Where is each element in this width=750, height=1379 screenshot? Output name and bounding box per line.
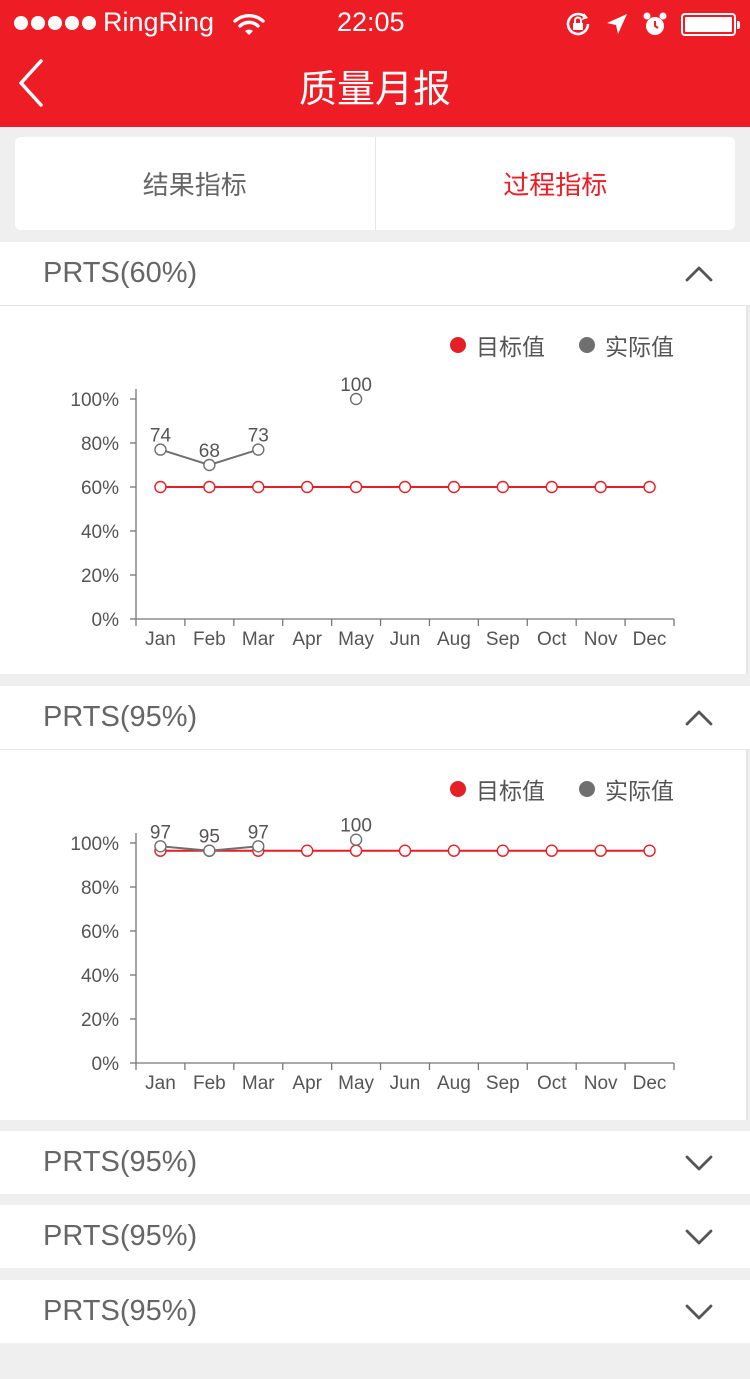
y-tick-label: 60% [81,922,119,943]
chevron-down-icon[interactable] [684,1226,714,1248]
data-point [643,480,656,494]
legend-actual: 实际值 [579,328,674,362]
chevron-down-icon[interactable] [684,1152,714,1174]
data-label: 68 [199,441,220,462]
section-header-4[interactable]: PRTS(95%) [0,1205,750,1268]
data-label: 100 [340,375,372,396]
alarm-icon [643,12,667,35]
indicator-tabs: 结果指标 过程指标 [15,137,735,230]
section-header-1[interactable]: PRTS(60%) [0,242,750,306]
legend-actual: 实际值 [579,772,674,806]
x-tick-label: Mar [242,1073,275,1094]
y-tick-label: 100% [70,834,119,855]
data-point [447,844,461,857]
x-tick-label: Aug [437,629,471,650]
status-time: 22:05 [337,7,405,37]
status-icons [564,10,740,38]
tab-result-indicators[interactable]: 结果指标 [15,137,375,230]
header: RingRing 22:05 质量月报 [0,0,750,127]
data-point [203,480,216,494]
x-tick-label: Feb [193,1073,226,1094]
y-tick-label: 20% [81,566,119,587]
data-point [398,480,412,494]
y-tick-label: 80% [81,878,119,899]
data-point [154,480,167,494]
x-tick-label: Jun [390,629,421,650]
section-header-3[interactable]: PRTS(95%) [0,1131,750,1194]
y-tick-label: 20% [81,1010,119,1031]
y-tick-label: 0% [92,610,120,631]
data-point [300,844,314,857]
x-tick-label: Jan [145,1073,176,1094]
data-point [398,844,412,857]
x-tick-label: Sep [486,1073,520,1094]
data-label: 97 [150,822,171,843]
x-tick-label: May [338,629,374,650]
y-tick-label: 40% [81,522,119,543]
chevron-up-icon[interactable] [684,707,714,729]
x-tick-label: Dec [633,629,667,650]
legend-target: 目标值 [450,328,545,362]
x-tick-label: Jan [145,629,176,650]
data-point [447,480,461,494]
data-point [300,480,314,494]
page-title: 质量月报 [298,67,451,111]
x-tick-label: Mar [242,629,275,650]
location-arrow-icon [607,14,627,34]
x-tick-label: Nov [584,629,618,650]
data-label: 74 [150,426,172,447]
y-tick-label: 80% [81,434,119,455]
chevron-up-icon[interactable] [684,263,714,285]
x-tick-label: May [338,1073,374,1094]
data-point [496,480,510,494]
signal-strength-icon [14,16,96,30]
y-tick-label: 100% [70,390,119,411]
carrier-name: RingRing [103,7,215,37]
data-point [594,844,607,857]
data-point [643,844,656,857]
tab-process-indicators[interactable]: 过程指标 [374,137,736,230]
data-label: 100 [340,816,372,837]
rotation-lock-icon [566,12,590,36]
chart-card-1: 目标值 实际值 0% 20% 40% 60% 80% 100% Jan Feb Mar Apr Ma… [0,306,748,674]
y-tick-label: 60% [81,478,119,499]
y-tick-label: 40% [81,966,119,987]
chart-card-2: 目标值 实际值 0% 20% 40% 60% 80% 100% Jan Feb Mar Apr Ma… [0,750,748,1120]
section-title: PRTS(60%) [43,257,198,289]
section-title: PRTS(95%) [43,1295,198,1327]
section-title: PRTS(95%) [43,1220,198,1252]
x-tick-label: Oct [537,1073,567,1094]
status-bar: RingRing 22:05 [0,0,750,48]
data-point [594,480,607,494]
wifi-icon [233,14,265,35]
y-tick-label: 0% [92,1054,120,1075]
section-title: PRTS(95%) [43,701,198,733]
x-tick-label: Sep [486,629,520,650]
x-tick-label: Aug [437,1073,471,1094]
data-label: 95 [199,827,220,848]
chart-legend: 目标值 实际值 [450,772,674,806]
legend-target: 目标值 [450,772,545,806]
data-point [349,480,363,494]
section-title: PRTS(95%) [43,1146,198,1178]
data-label: 73 [248,426,269,447]
section-header-2[interactable]: PRTS(95%) [0,686,750,750]
data-point [496,844,510,857]
x-tick-label: Dec [633,1073,667,1094]
x-tick-label: Jun [390,1073,421,1094]
data-point [252,480,265,494]
data-point [545,480,558,494]
data-point [349,844,363,857]
x-tick-label: Apr [292,629,322,650]
chevron-down-icon[interactable] [684,1301,714,1323]
chart-legend: 目标值 实际值 [450,328,674,362]
data-point [545,844,558,857]
battery-icon [681,12,740,36]
x-tick-label: Feb [193,629,226,650]
x-tick-label: Oct [537,629,567,650]
x-tick-label: Apr [292,1073,322,1094]
section-header-5[interactable]: PRTS(95%) [0,1280,750,1343]
data-label: 97 [248,822,269,843]
x-tick-label: Nov [584,1073,618,1094]
